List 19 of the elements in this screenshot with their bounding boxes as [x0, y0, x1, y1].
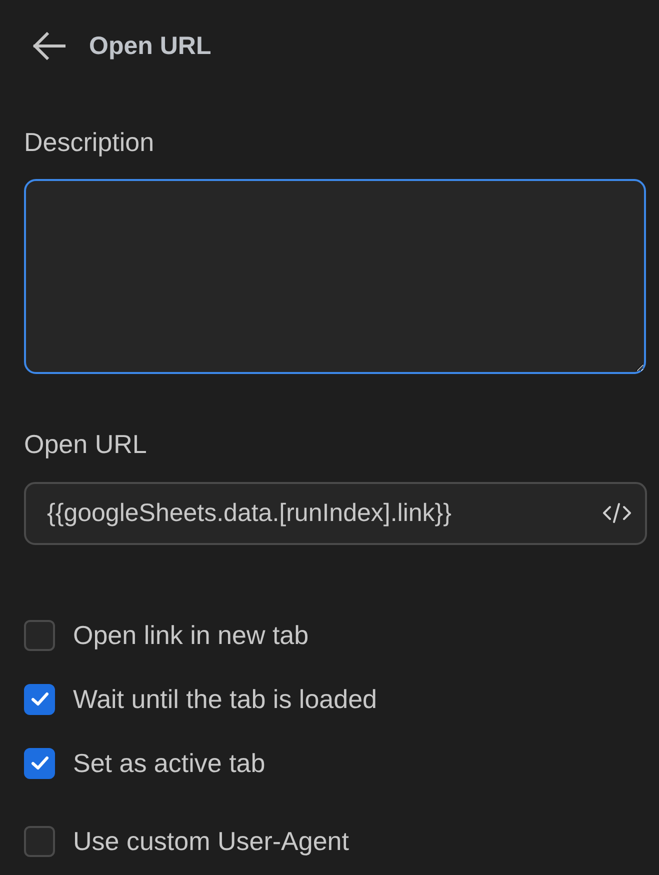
- back-button[interactable]: [30, 30, 68, 62]
- checkbox-label: Open link in new tab: [73, 620, 309, 650]
- code-icon: [602, 502, 632, 524]
- back-arrow-icon: [32, 32, 66, 60]
- page-title: Open URL: [89, 32, 212, 60]
- checkbox[interactable]: [24, 748, 55, 778]
- description-label: Description: [24, 127, 154, 157]
- checkbox-label: Wait until the tab is loaded: [73, 684, 377, 714]
- checkbox[interactable]: [24, 826, 55, 856]
- url-input-field[interactable]: {{googleSheets.data.[runIndex].link}}: [24, 482, 647, 545]
- checkbox-label: Use custom User-Agent: [73, 826, 349, 856]
- checkmark-icon: [30, 692, 48, 706]
- checkbox-label: Set as active tab: [73, 748, 266, 778]
- code-toggle-button[interactable]: [601, 500, 633, 526]
- checkbox[interactable]: [24, 620, 55, 650]
- checkmark-icon: [30, 756, 48, 770]
- url-label: Open URL: [24, 429, 147, 459]
- checkbox[interactable]: [24, 684, 55, 714]
- description-textarea[interactable]: [24, 179, 646, 374]
